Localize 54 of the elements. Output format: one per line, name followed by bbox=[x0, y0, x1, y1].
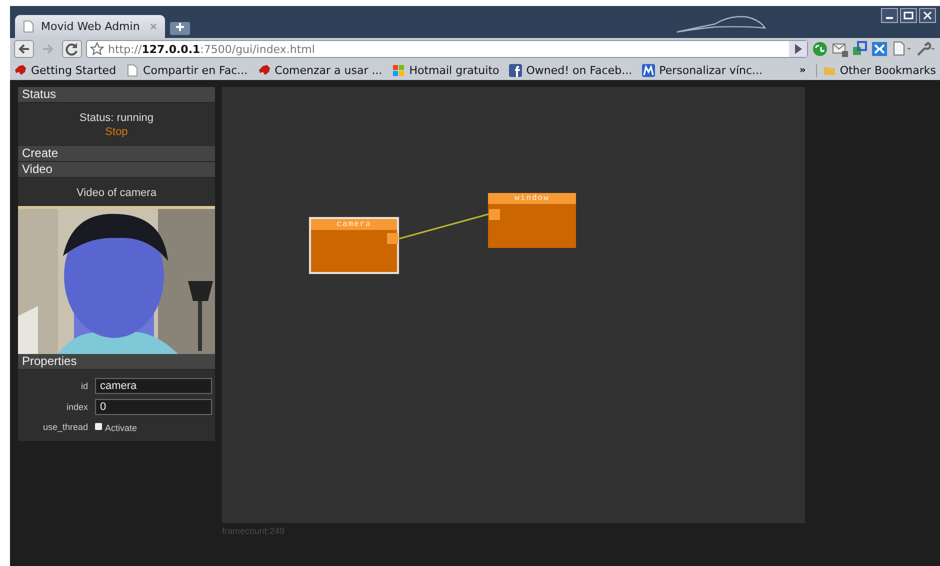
close-tab-icon[interactable] bbox=[149, 22, 158, 31]
bookmark-link[interactable]: Getting Started bbox=[14, 64, 116, 76]
go-icon[interactable] bbox=[793, 43, 803, 55]
bookmark-link[interactable]: Personalizar vínc... bbox=[642, 64, 763, 76]
creature-logo-icon bbox=[258, 64, 271, 76]
maximize-button[interactable] bbox=[900, 8, 917, 23]
envelope-icon[interactable] bbox=[832, 41, 848, 57]
wrench-menu-icon[interactable] bbox=[916, 41, 936, 57]
bookmarks-folder[interactable]: Other Bookmarks bbox=[816, 64, 936, 76]
text-field[interactable]: camera bbox=[95, 378, 212, 394]
field-label: id bbox=[80, 381, 88, 391]
windows-logo-icon bbox=[392, 64, 406, 76]
bookmark-link[interactable]: Comenzar a usar ... bbox=[258, 64, 382, 76]
bookmark-link[interactable]: Hotmail gratuito bbox=[392, 64, 500, 76]
new-tab-button[interactable] bbox=[170, 22, 190, 35]
more-bookmarks-button[interactable]: » bbox=[799, 64, 806, 76]
section-header[interactable]: Status bbox=[18, 87, 215, 103]
status-text: Status: running bbox=[78, 112, 154, 124]
arrows-square-icon[interactable] bbox=[872, 41, 888, 57]
bookmark-link[interactable]: Owned! on Faceb... bbox=[509, 64, 632, 76]
bookmark-link[interactable]: Compartir en Fac... bbox=[126, 64, 248, 76]
section-header[interactable]: Video bbox=[18, 162, 215, 178]
node-title: window bbox=[488, 193, 576, 204]
page-icon bbox=[126, 64, 140, 76]
text-field[interactable]: 0 bbox=[95, 399, 212, 415]
back-button[interactable] bbox=[14, 40, 34, 58]
back-arrow-icon bbox=[17, 42, 31, 56]
section-header[interactable]: Properties bbox=[18, 354, 215, 370]
m-logo-icon bbox=[642, 64, 656, 76]
field-label: index bbox=[65, 402, 88, 412]
plus-icon bbox=[175, 22, 185, 32]
node-title: camera bbox=[311, 219, 397, 230]
facebook-logo-icon bbox=[509, 64, 522, 76]
section-header[interactable]: Create bbox=[18, 146, 215, 162]
overlapping-squares-icon[interactable] bbox=[852, 41, 868, 57]
page-icon bbox=[22, 20, 35, 33]
reload-icon bbox=[65, 42, 79, 56]
video-caption: Video of camera bbox=[76, 187, 158, 199]
field-label: use_thread bbox=[42, 422, 88, 432]
address-bar[interactable]: http://127.0.0.1:7500/gui/index.html bbox=[86, 40, 808, 58]
input-port[interactable] bbox=[489, 209, 500, 220]
checkbox[interactable] bbox=[95, 423, 102, 430]
close-button[interactable] bbox=[919, 8, 936, 23]
star-icon[interactable] bbox=[90, 42, 104, 56]
reload-button[interactable] bbox=[62, 40, 82, 58]
browser-tab[interactable]: Movid Web Admin bbox=[15, 15, 165, 38]
creature-logo-icon bbox=[14, 64, 27, 76]
minimize-button[interactable] bbox=[881, 8, 898, 23]
page-menu-icon[interactable] bbox=[892, 41, 912, 57]
url-text: http://127.0.0.1:7500/gui/index.html bbox=[108, 42, 316, 56]
stop-link[interactable]: Stop bbox=[18, 126, 215, 138]
forward-arrow-icon bbox=[41, 42, 55, 56]
round-logo-icon[interactable] bbox=[812, 41, 828, 57]
checkbox-label: Activate bbox=[105, 423, 138, 433]
